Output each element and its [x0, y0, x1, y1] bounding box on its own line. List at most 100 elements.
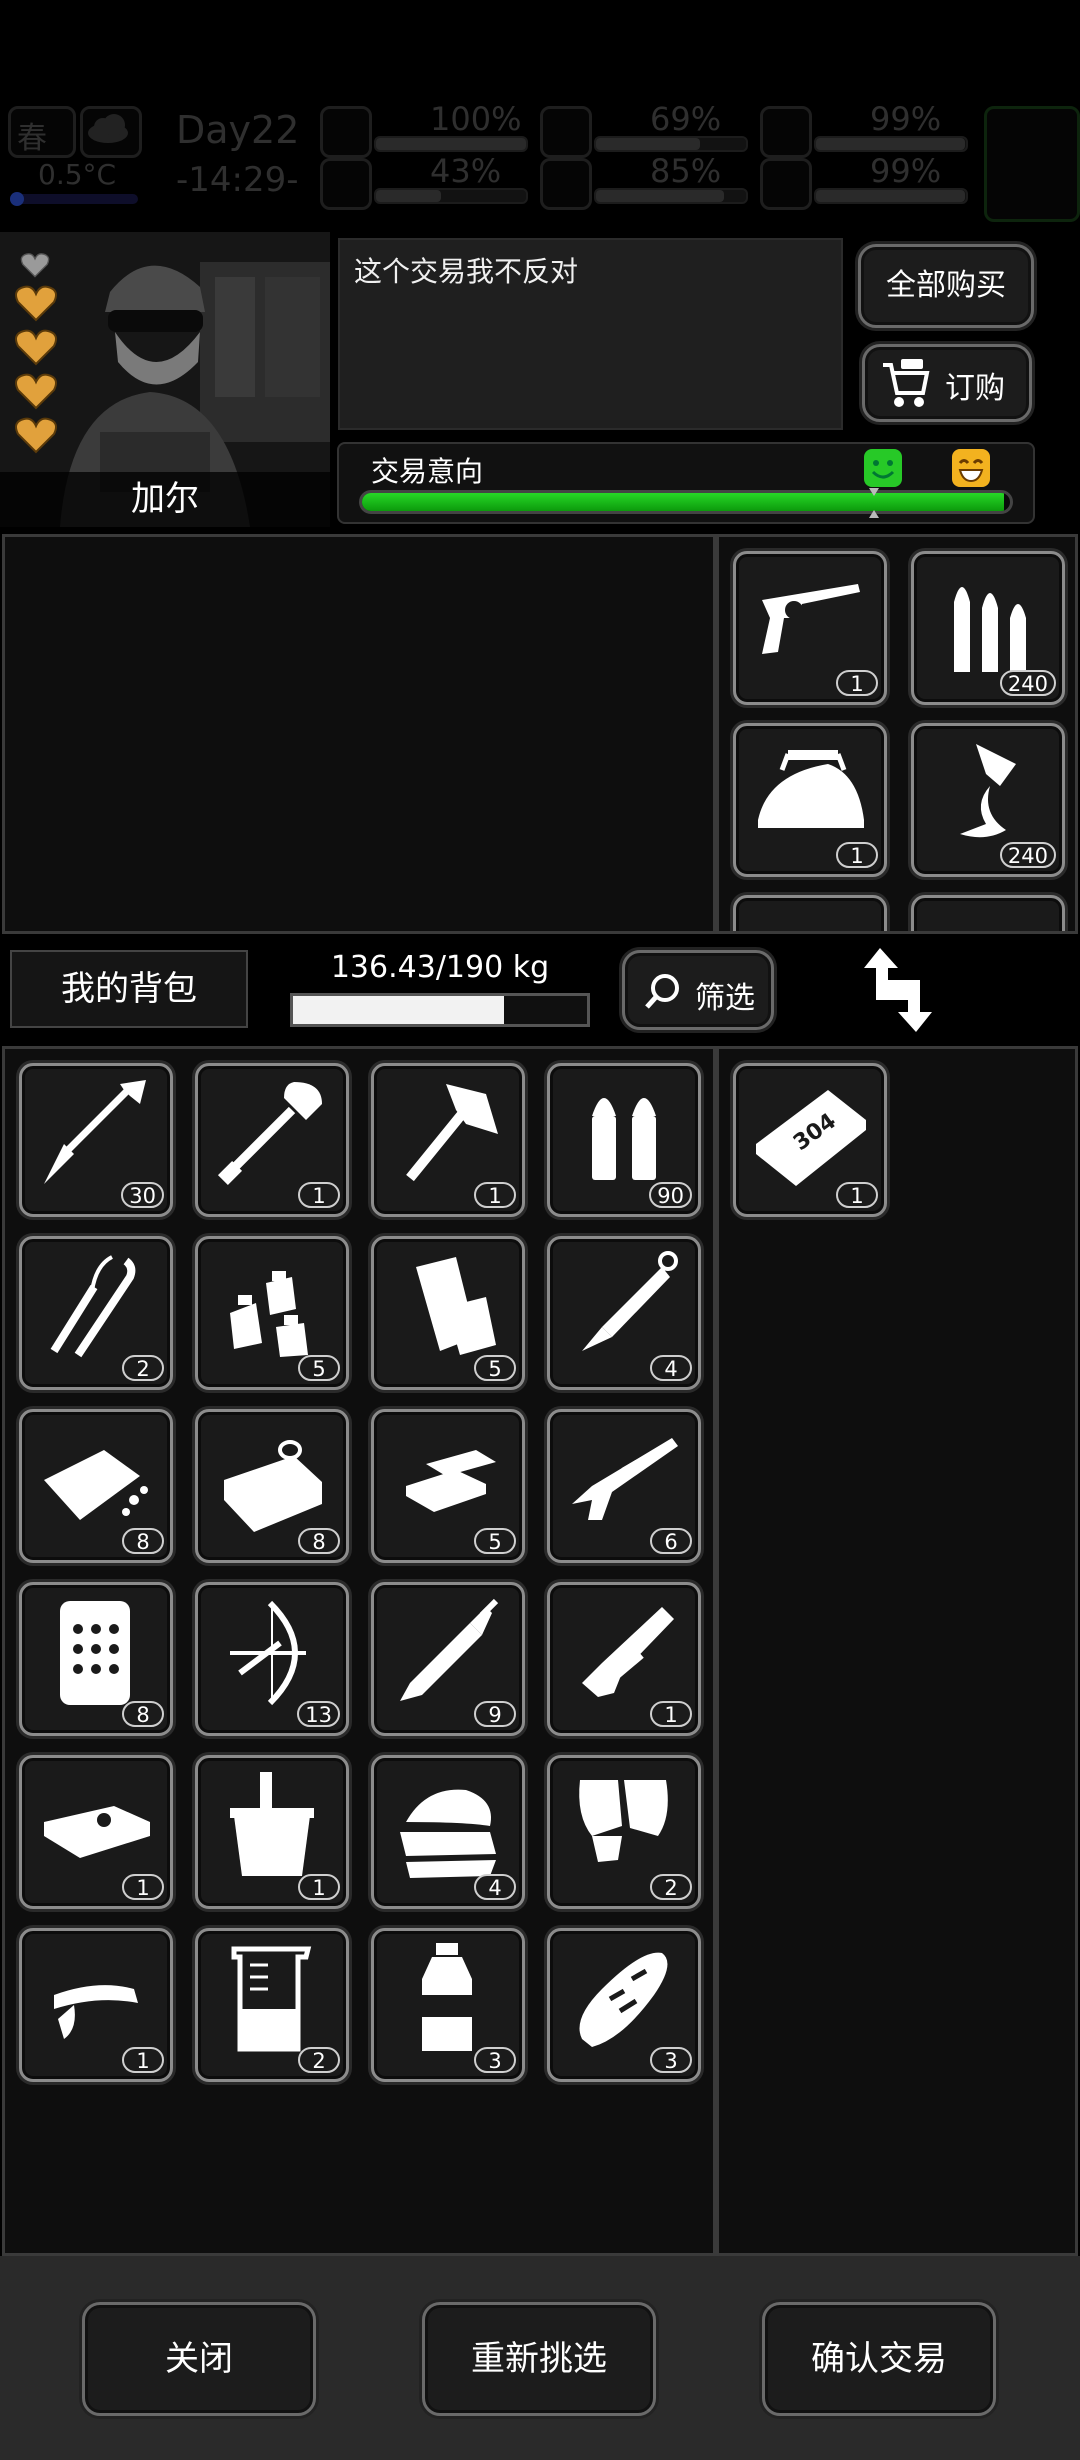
bag-item-slot[interactable]: 1 [547, 1582, 701, 1736]
item-count-badge: 1 [836, 1182, 878, 1208]
bag-item-slot[interactable]: 5 [371, 1236, 525, 1390]
stat-value: 99% [870, 100, 942, 138]
offer-item-slot[interactable]: 304 1 [733, 1063, 887, 1217]
shopping-cart-icon [883, 359, 930, 407]
day-label: Day22 [176, 108, 300, 152]
buy-all-button[interactable]: 全部购买 [858, 244, 1034, 328]
bag-item-slot[interactable]: 3 [547, 1928, 701, 2082]
medkit-icon [320, 106, 372, 158]
body-armor-plate-icon [60, 1601, 130, 1705]
order-button[interactable]: 订购 [862, 344, 1032, 422]
green-smiley-icon [864, 449, 902, 487]
visor-cap-icon [54, 1985, 138, 2039]
bag-item-slot[interactable]: 90 [547, 1063, 701, 1217]
item-count-badge: 240 [999, 842, 1056, 868]
trader-item-slot-partial[interactable] [733, 895, 887, 931]
bag-item-slot[interactable]: 4 [371, 1755, 525, 1909]
trader-item-slot[interactable]: 240 [911, 723, 1065, 877]
bag-item-slot[interactable]: 1 [195, 1755, 349, 1909]
bag-item-slot[interactable]: 4 [547, 1236, 701, 1390]
bladder-icon [760, 106, 812, 158]
item-count-badge: 8 [122, 1701, 164, 1727]
bag-item-slot[interactable]: 1 [19, 1755, 173, 1909]
axe-icon [406, 1084, 498, 1182]
bag-weight-label: 136.43/190 kg [330, 950, 550, 985]
stat-value: 43% [430, 152, 502, 190]
bag-item-slot[interactable]: 2 [19, 1236, 173, 1390]
item-count-badge: 1 [122, 1874, 164, 1900]
stomach-icon [540, 106, 592, 158]
heart-icon [760, 158, 812, 210]
lockpick-icon [50, 1255, 136, 1358]
bag-item-slot[interactable]: 2 [195, 1928, 349, 2082]
bag-item-slot[interactable]: 8 [19, 1409, 173, 1563]
bag-inventory-panel[interactable]: 30 1 1 90 2 5 5 4 8 8 5 6 8 13 9 1 1 1 4 2 1 2 3 3 [2, 1046, 716, 2256]
item-count-badge: 1 [122, 2047, 164, 2073]
trade-intent-panel: 交易意向 [337, 442, 1035, 524]
temperature-readout: 0.5°C [38, 158, 117, 191]
baguette-icon [579, 1952, 668, 2047]
arrow-icon [44, 1080, 146, 1184]
bag-item-slot[interactable]: 13 [195, 1582, 349, 1736]
item-count-badge: 1 [836, 842, 878, 868]
tin-can-icon [224, 1440, 322, 1532]
reselect-button[interactable]: 重新挑选 [422, 2302, 656, 2416]
clock-label: -14:29- [176, 160, 299, 200]
my-offer-empty-area[interactable] [2, 534, 716, 934]
stat-bar [594, 188, 748, 204]
trader-item-slot[interactable]: 240 [911, 551, 1065, 705]
bag-item-slot[interactable]: 1 [195, 1063, 349, 1217]
cash-bundle-icon [44, 1806, 150, 1858]
close-button[interactable]: 关闭 [82, 2302, 316, 2416]
trader-name: 加尔 [0, 472, 330, 527]
trader-item-slot[interactable]: 1 [733, 551, 887, 705]
bag-item-slot[interactable]: 5 [371, 1409, 525, 1563]
bag-item-slot[interactable]: 9 [371, 1582, 525, 1736]
water-drop-icon [540, 158, 592, 210]
bag-item-slot[interactable]: 6 [547, 1409, 701, 1563]
magnifier-icon [645, 974, 679, 1009]
trader-dialog: 这个交易我不反对 [338, 238, 843, 430]
trader-item-slot-partial[interactable] [911, 895, 1065, 931]
season-box: 春 [8, 106, 76, 158]
item-count-badge: 9 [474, 1701, 516, 1727]
item-count-badge: 1 [474, 1182, 516, 1208]
bag-item-slot[interactable]: 5 [195, 1236, 349, 1390]
item-count-badge: 1 [298, 1874, 340, 1900]
confirm-trade-button[interactable]: 确认交易 [762, 2302, 996, 2416]
item-count-badge: 8 [298, 1528, 340, 1554]
weather-cloud-icon [80, 106, 142, 158]
item-count-badge: 1 [298, 1182, 340, 1208]
beaker-icon [231, 1946, 312, 2052]
affinity-hearts [14, 252, 64, 460]
bag-item-slot[interactable]: 8 [195, 1409, 349, 1563]
status-bar: 春 0.5°C Day22 -14:29- 100% 69% 99% 43% 85% 99… [0, 96, 1080, 226]
status-slot[interactable] [984, 106, 1080, 222]
bag-item-slot[interactable]: 3 [371, 1928, 525, 2082]
stat-bar [814, 136, 968, 152]
item-count-badge: 6 [650, 1528, 692, 1554]
bag-item-slot[interactable]: 1 [371, 1063, 525, 1217]
knife-icon [582, 1251, 678, 1351]
empty-heart-icon [20, 253, 50, 278]
bag-item-slot[interactable]: 30 [19, 1063, 173, 1217]
swap-arrows-icon[interactable] [854, 944, 942, 1036]
trade-intent-label: 交易意向 [371, 455, 484, 488]
water-bottle-icon [422, 1943, 472, 2051]
item-count-badge: 5 [474, 1528, 516, 1554]
bag-item-slot[interactable]: 2 [547, 1755, 701, 1909]
trader-item-slot[interactable]: 1 [733, 723, 887, 877]
bag-item-slot[interactable]: 1 [19, 1928, 173, 2082]
item-count-badge: 1 [650, 1701, 692, 1727]
filter-button[interactable]: 筛选 [622, 950, 774, 1030]
offer-panel[interactable]: 304 1 [716, 1046, 1078, 2256]
item-count-badge: 30 [121, 1182, 164, 1208]
item-count-badge: 2 [122, 1355, 164, 1381]
bag-item-slot[interactable]: 8 [19, 1582, 173, 1736]
boot-icon [320, 158, 372, 210]
item-count-badge: 1 [836, 670, 878, 696]
trader-inventory-panel[interactable]: 1 240 1 240 [716, 534, 1078, 934]
stat-value: 100% [430, 100, 522, 138]
stat-value: 99% [870, 152, 942, 190]
rifle-bullets-icon [954, 587, 1026, 672]
